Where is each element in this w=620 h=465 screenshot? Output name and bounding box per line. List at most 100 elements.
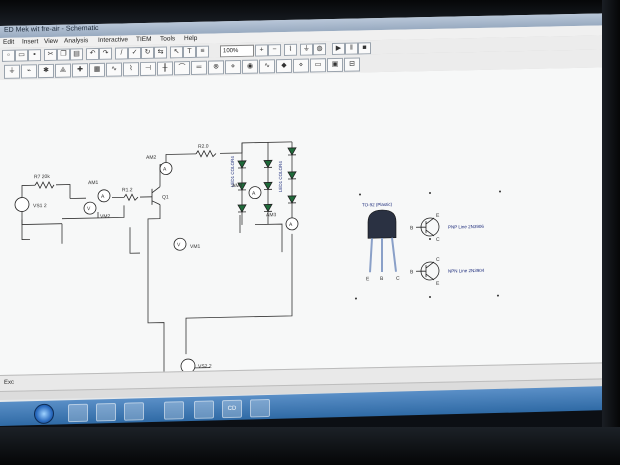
electromech-icon[interactable]: ◆ xyxy=(276,58,292,74)
label-vm2: VM2 xyxy=(100,214,110,220)
window-title: ED Mek wit fre-air - Schematic xyxy=(4,24,99,34)
label-q1: Q1 xyxy=(162,194,169,200)
pin-b-label: B xyxy=(380,276,384,282)
start-button[interactable] xyxy=(34,403,54,425)
power-icon[interactable]: ⋄ xyxy=(225,59,241,75)
rf-icon[interactable]: ∿ xyxy=(259,59,275,74)
taskbar-cd-app[interactable]: CD xyxy=(222,399,242,419)
label-r3: R2.0 xyxy=(198,144,209,150)
zoom-out-icon[interactable]: − xyxy=(268,44,281,57)
label-am2: AM2 xyxy=(146,155,156,161)
menu-insert[interactable]: Insert xyxy=(22,38,38,45)
open-icon[interactable]: ▭ xyxy=(15,49,28,62)
inductor-icon[interactable]: ⌒ xyxy=(174,61,190,76)
label-vs2: VS2.2 xyxy=(198,364,212,370)
meter-icon[interactable]: ◍ xyxy=(313,43,326,56)
menu-interactive[interactable]: Interactive xyxy=(98,36,128,44)
menu-tools[interactable]: Tools xyxy=(160,35,175,42)
wire-icon[interactable]: / xyxy=(115,47,128,60)
capacitor-icon[interactable]: ╫ xyxy=(157,61,173,76)
label-vs1: VS1 2 xyxy=(33,203,47,209)
meter-part-icon[interactable]: ◉ xyxy=(242,59,258,74)
resistor-r1[interactable] xyxy=(123,193,139,202)
ttl-icon[interactable]: ▦ xyxy=(89,62,105,78)
grapher-icon[interactable]: ⌇ xyxy=(284,43,297,57)
analog-icon[interactable]: ✚ xyxy=(72,63,88,78)
basic-icon[interactable]: ⌁ xyxy=(21,64,37,79)
label-am3: AM3 xyxy=(266,212,276,218)
schematic-editor-window: ED Mek wit fre-air - Schematic Edit Inse… xyxy=(0,13,604,407)
run-icon[interactable]: ▶ xyxy=(332,42,345,56)
cmos-icon[interactable]: ∿ xyxy=(106,62,122,77)
wires xyxy=(21,141,293,375)
pnp-e-label: E xyxy=(436,213,440,219)
label-to92: TO-92 (Plastic) xyxy=(362,202,393,208)
display-icon[interactable]: ⊟ xyxy=(344,57,360,72)
menu-help[interactable]: Help xyxy=(184,35,197,42)
menu-tiem[interactable]: TIEM xyxy=(136,36,152,43)
ground-icon[interactable]: ⏚ xyxy=(300,43,313,56)
resistor-r3[interactable] xyxy=(195,149,217,158)
menu-edit[interactable]: Edit xyxy=(3,39,14,46)
npn-b-label: B xyxy=(410,269,414,275)
cut-icon[interactable]: ✂ xyxy=(44,48,57,62)
rotate-icon[interactable]: ↻ xyxy=(141,46,154,60)
new-icon[interactable]: ▫ xyxy=(2,49,15,62)
label-npn: NPN Line 2N3904 xyxy=(448,268,485,274)
text-icon[interactable]: T xyxy=(183,45,196,59)
diode-icon[interactable]: ✱ xyxy=(38,63,54,79)
zoom-in-icon[interactable]: + xyxy=(255,44,268,57)
voltage-source-vs1[interactable] xyxy=(14,197,30,212)
connector-icon[interactable]: ▭ xyxy=(310,58,326,73)
ladder-icon[interactable]: ⋄ xyxy=(293,58,309,73)
label-r7: R7 20k xyxy=(34,174,50,180)
resistor-r7[interactable] xyxy=(34,181,55,190)
taskbar-app4[interactable] xyxy=(164,401,184,420)
save-icon[interactable]: ▪ xyxy=(28,49,41,62)
pnp-b-label: B xyxy=(410,225,414,231)
monitor-bezel-right xyxy=(602,0,620,465)
pin-e-label: E xyxy=(366,276,370,282)
schematic-canvas[interactable]: R7 20k VS1 2 A AM1 V VM2 R1.2 Q1 A AM2 R… xyxy=(0,67,604,375)
taskbar-chrome[interactable] xyxy=(194,400,214,419)
photo-of-screen: ED Mek wit fre-air - Schematic Edit Inse… xyxy=(0,0,620,465)
menu-view[interactable]: View xyxy=(44,38,58,45)
pause-icon[interactable]: ‖ xyxy=(345,42,358,55)
pointer-icon[interactable]: ↖ xyxy=(170,46,183,59)
taskbar-app7[interactable] xyxy=(250,398,270,418)
bus-icon[interactable]: ≡ xyxy=(196,45,209,58)
pnp-symbol-lines xyxy=(416,217,435,237)
stop-icon[interactable]: ■ xyxy=(358,42,371,55)
redo-icon[interactable]: ↷ xyxy=(99,47,112,60)
indicator-icon[interactable]: ⊗ xyxy=(208,60,224,75)
label-led-col2: LED1 COLOR4 xyxy=(278,161,283,193)
flip-icon[interactable]: ⇆ xyxy=(154,46,167,59)
resistor-icon[interactable]: ⌇ xyxy=(123,62,139,77)
misc-icon[interactable]: ═ xyxy=(191,60,207,75)
label-am4: AM4 xyxy=(232,183,242,189)
transistor-q1[interactable] xyxy=(151,186,161,206)
label-pnp: PNP Line 2N3906 xyxy=(448,224,484,230)
menu-analysis[interactable]: Analysis xyxy=(64,37,88,45)
pin-c-label: C xyxy=(396,276,400,282)
sheet-tab[interactable]: Exc xyxy=(4,380,14,386)
npn-c-label: C xyxy=(436,257,440,263)
label-r1: R1.2 xyxy=(122,187,133,193)
undo-icon[interactable]: ↶ xyxy=(86,47,99,61)
pnp-c-label: C xyxy=(436,237,440,243)
taskbar-explorer[interactable] xyxy=(68,403,88,423)
taskbar-media[interactable] xyxy=(96,402,116,422)
transistor-icon[interactable]: ⟁ xyxy=(55,63,71,78)
to92-leads xyxy=(369,237,397,273)
copy-icon[interactable]: ❐ xyxy=(57,48,70,61)
paste-icon[interactable]: ▤ xyxy=(70,48,83,61)
mcu-icon[interactable]: ▣ xyxy=(327,57,343,73)
taskbar-app3[interactable] xyxy=(124,402,144,421)
to92-body[interactable] xyxy=(367,209,397,239)
npn-e-label: E xyxy=(436,281,440,287)
zoom-select[interactable]: 100% xyxy=(220,44,254,58)
label-am1: AM1 xyxy=(88,180,98,186)
source-icon[interactable]: ⏚ xyxy=(4,64,20,79)
probe-icon[interactable]: ✓ xyxy=(128,47,141,60)
switch-icon[interactable]: ⊣ xyxy=(140,61,156,77)
